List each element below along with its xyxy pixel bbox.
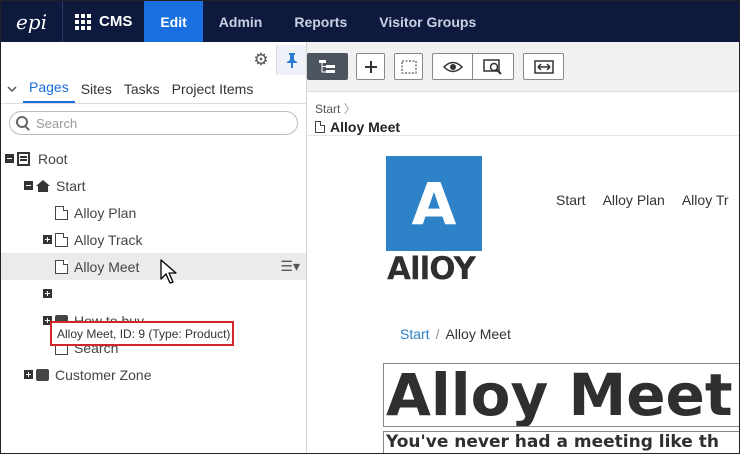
page-title: Alloy Meet [315,119,739,135]
page-icon [315,121,325,133]
tree-node-label: Alloy Track [74,231,143,248]
tree-node-alloy-plan[interactable]: Alloy Plan [1,199,306,226]
page-header: Start 〉 Alloy Meet [307,92,739,136]
breadcrumb-separator: / [435,326,440,342]
home-icon [36,179,50,192]
site-navigation: Start Alloy Plan Alloy Tr [556,192,729,208]
nav-admin[interactable]: Admin [203,1,279,42]
page-tooltip: Alloy Meet, ID: 9 (Type: Product) [50,321,234,346]
tree-node-label: Root [38,150,68,167]
tree-node-label: Start [56,177,86,194]
breadcrumb[interactable]: Start 〉 [315,100,739,117]
tree-node-label: Alloy Meet [74,258,140,275]
global-navigation: epi CMS Edit Admin Reports Visitor Group… [1,1,739,42]
site-breadcrumb-current: Alloy Meet [445,326,511,342]
plus-icon [364,60,377,73]
app-menu-button[interactable]: CMS [63,1,144,42]
add-button[interactable] [356,53,385,80]
epi-logo[interactable]: epi [1,1,63,42]
tree-node-label: Alloy Plan [74,204,137,221]
alloy-logo[interactable]: A [386,156,482,251]
page-preview: A AllOY Start Alloy Plan Alloy Tr Start /… [307,137,739,453]
site-nav-alloy-track[interactable]: Alloy Tr [682,192,729,208]
pane-toolbar: ⚙ [1,42,306,78]
tree-node-customer-zone[interactable]: Customer Zone [1,361,306,388]
app-window: epi CMS Edit Admin Reports Visitor Group… [0,0,740,454]
pin-icon[interactable] [276,45,306,75]
tree-node-root[interactable]: Root [1,145,306,172]
page-icon [55,259,68,274]
tree-node-hidden[interactable] [1,280,306,307]
tab-tasks[interactable]: Tasks [118,81,166,103]
select-button[interactable] [394,53,423,80]
search-input[interactable] [36,115,276,131]
page-subheading[interactable]: You've never had a meeting like th [383,431,739,453]
search-box [9,111,298,135]
tab-pages[interactable]: Pages [23,79,75,103]
mouse-cursor-icon [160,259,177,284]
expand-icon[interactable] [43,235,52,244]
page-heading[interactable]: Alloy Meet [383,363,739,427]
tab-sites[interactable]: Sites [75,81,118,103]
folder-icon [36,368,49,381]
collapse-icon[interactable] [24,181,33,190]
collapse-chevron-icon[interactable] [7,85,23,103]
expand-icon[interactable] [24,370,33,379]
page-icon [55,205,68,220]
tree-node-label: Customer Zone [55,366,152,383]
context-menu-icon[interactable]: ☰▾ [280,258,300,275]
alloy-logo-wordmark: AllOY [387,251,476,287]
toggle-navigation-button[interactable] [307,53,348,80]
nav-visitor-groups[interactable]: Visitor Groups [363,1,492,42]
search-icon [16,116,30,130]
app-name: CMS [99,13,133,30]
settings-gear-icon[interactable]: ⚙ [246,45,276,75]
tree-node-alloy-meet[interactable]: Alloy Meet ☰▾ [1,253,306,280]
page-icon [55,232,68,247]
nav-edit[interactable]: Edit [144,1,203,42]
expand-icon[interactable] [43,289,52,298]
tab-project-items[interactable]: Project Items [166,81,260,103]
site-breadcrumb: Start / Alloy Meet [400,326,511,342]
collapse-icon[interactable] [5,154,14,163]
preview-search-icon [483,58,502,75]
editing-area: Start 〉 Alloy Meet A AllOY Start Alloy P… [307,42,739,453]
pane-tabs: Pages Sites Tasks Project Items [1,78,306,104]
view-settings-button[interactable] [473,53,514,80]
eye-icon [442,61,463,72]
tree-node-alloy-track[interactable]: Alloy Track [1,226,306,253]
compare-button[interactable] [523,53,564,80]
app-grid-icon [75,13,91,30]
navigation-pane: ⚙ Pages Sites Tasks Project Items Root [1,42,307,453]
site-breadcrumb-start[interactable]: Start [400,326,430,342]
site-nav-alloy-plan[interactable]: Alloy Plan [603,192,665,208]
root-icon [17,151,30,166]
selection-icon [401,60,416,73]
tree-node-start[interactable]: Start [1,172,306,199]
compare-arrows-icon [533,59,554,74]
editing-toolbar [307,42,739,92]
nav-reports[interactable]: Reports [278,1,363,42]
tree-structure-icon [318,59,335,73]
preview-button[interactable] [432,53,473,80]
site-nav-start[interactable]: Start [556,192,586,208]
